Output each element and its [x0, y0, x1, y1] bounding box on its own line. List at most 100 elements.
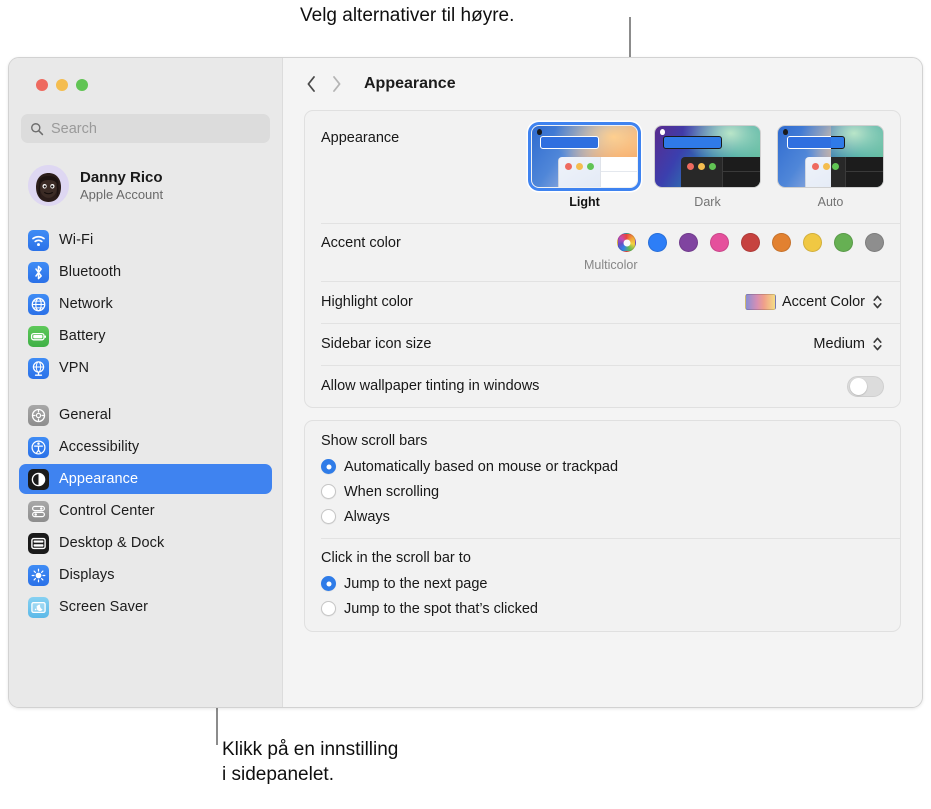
- wallpaper-tinting-row: Allow wallpaper tinting in windows: [305, 365, 900, 407]
- click-scroll-bar-group: Click in the scroll bar to Jump to the n…: [305, 550, 900, 621]
- show-scroll-bars-title: Show scroll bars: [321, 433, 884, 449]
- accent-color-label: Accent color: [321, 235, 401, 251]
- theme-option-dark[interactable]: Dark: [654, 125, 761, 209]
- show-scroll-bars-group: Show scroll bars Automatically based on …: [305, 433, 900, 529]
- screen-saver-icon: [28, 597, 49, 618]
- accent-swatch-red[interactable]: [741, 233, 760, 252]
- page-title: Appearance: [364, 75, 456, 93]
- detail-toolbar: Appearance: [283, 58, 922, 110]
- chevron-updown-icon: [871, 292, 884, 312]
- battery-icon: [28, 326, 49, 347]
- sidebar-item-control-center[interactable]: Control Center: [19, 496, 272, 526]
- accent-swatch-blue[interactable]: [648, 233, 667, 252]
- sidebar-item-desktop-and-dock[interactable]: Desktop & Dock: [19, 528, 272, 558]
- accent-swatch-graphite[interactable]: [865, 233, 884, 252]
- group-divider: [321, 538, 900, 539]
- radio-label: Always: [344, 509, 390, 525]
- bluetooth-icon: [28, 262, 49, 283]
- control-center-icon: [28, 501, 49, 522]
- sidebar-item-battery[interactable]: Battery: [19, 321, 272, 351]
- sidebar-item-appearance[interactable]: Appearance: [19, 464, 272, 494]
- chevron-updown-icon: [871, 334, 884, 354]
- detail-pane: Appearance Appearance: [282, 58, 922, 707]
- radio-label: Automatically based on mouse or trackpad: [344, 459, 618, 475]
- accent-swatch-purple[interactable]: [679, 233, 698, 252]
- theme-option-light[interactable]: Light: [531, 125, 638, 209]
- accent-color-row: Accent color: [305, 223, 900, 281]
- theme-label: Light: [569, 195, 600, 209]
- sidebar-item-displays[interactable]: Displays: [19, 560, 272, 590]
- back-button[interactable]: [306, 75, 317, 93]
- radio-row-next-page[interactable]: Jump to the next page: [321, 571, 884, 596]
- sidebar-item-network[interactable]: Network: [19, 289, 272, 319]
- radio-button[interactable]: [321, 509, 336, 524]
- gear-icon: [28, 405, 49, 426]
- wifi-icon: [28, 230, 49, 251]
- theme-label: Dark: [694, 195, 720, 209]
- theme-label: Auto: [818, 195, 844, 209]
- sidebar-item-label: VPN: [59, 360, 89, 376]
- radio-button[interactable]: [321, 484, 336, 499]
- sidebar-item-apple-account[interactable]: Danny Rico Apple Account: [21, 159, 270, 211]
- sidebar: Search: [9, 58, 282, 707]
- sidebar-item-screen-saver[interactable]: Screen Saver: [19, 592, 272, 622]
- network-globe-icon: [28, 294, 49, 315]
- window-traffic-lights: [19, 58, 272, 91]
- memoji-avatar-icon: [28, 165, 69, 206]
- wallpaper-tinting-toggle[interactable]: [847, 376, 884, 397]
- theme-thumbnail-light: [531, 125, 638, 188]
- sidebar-item-accessibility[interactable]: Accessibility: [19, 432, 272, 462]
- radio-label: Jump to the spot that’s clicked: [344, 601, 538, 617]
- forward-button[interactable]: [331, 75, 342, 93]
- sidebar-item-general[interactable]: General: [19, 400, 272, 430]
- accent-swatch-green[interactable]: [834, 233, 853, 252]
- close-button[interactable]: [36, 79, 48, 91]
- radio-row-when-scrolling[interactable]: When scrolling: [321, 479, 884, 504]
- sidebar-item-label: Bluetooth: [59, 264, 121, 280]
- accessibility-icon: [28, 437, 49, 458]
- radio-button[interactable]: [321, 459, 336, 474]
- highlight-color-value: Accent Color: [782, 294, 865, 310]
- accent-swatch-yellow[interactable]: [803, 233, 822, 252]
- radio-row-spot-clicked[interactable]: Jump to the spot that’s clicked: [321, 596, 884, 621]
- wallpaper-tinting-label: Allow wallpaper tinting in windows: [321, 378, 539, 394]
- sidebar-item-bluetooth[interactable]: Bluetooth: [19, 257, 272, 287]
- appearance-theme-row: Appearance: [305, 111, 900, 223]
- theme-thumbnail-dark: [654, 125, 761, 188]
- chevron-right-icon: [331, 75, 342, 93]
- accent-gradient-chip-icon: [745, 294, 776, 310]
- accent-swatch-pink[interactable]: [710, 233, 729, 252]
- sidebar-item-vpn[interactable]: VPN: [19, 353, 272, 383]
- radio-button[interactable]: [321, 576, 336, 591]
- radio-row-automatic[interactable]: Automatically based on mouse or trackpad: [321, 454, 884, 479]
- radio-label: When scrolling: [344, 484, 439, 500]
- sidebar-icon-size-popup[interactable]: Medium: [813, 334, 884, 354]
- theme-option-auto[interactable]: Auto: [777, 125, 884, 209]
- sidebar-icon-size-row: Sidebar icon size Medium: [305, 323, 900, 365]
- desktop-dock-icon: [28, 533, 49, 554]
- toggle-knob: [850, 378, 867, 395]
- search-input[interactable]: Search: [21, 114, 270, 143]
- theme-thumbnail-auto: [777, 125, 884, 188]
- sidebar-item-label: General: [59, 407, 111, 423]
- account-subtitle: Apple Account: [80, 187, 163, 202]
- callout-bottom-text: Klikk på en innstilling i sidepanelet.: [222, 737, 398, 787]
- accent-color-swatches: [617, 233, 884, 252]
- appearance-settings-card: Appearance: [304, 110, 901, 408]
- sidebar-item-label: Battery: [59, 328, 106, 344]
- minimize-button[interactable]: [56, 79, 68, 91]
- sidebar-group-system: General Accessibility: [19, 400, 272, 622]
- highlight-color-popup[interactable]: Accent Color: [745, 292, 884, 312]
- appearance-icon: [28, 469, 49, 490]
- accent-swatch-orange[interactable]: [772, 233, 791, 252]
- displays-icon: [28, 565, 49, 586]
- sidebar-icon-size-value: Medium: [813, 336, 865, 352]
- vpn-globe-icon: [28, 358, 49, 379]
- radio-row-always[interactable]: Always: [321, 504, 884, 529]
- accent-swatch-multicolor[interactable]: [617, 233, 636, 252]
- sidebar-item-label: Accessibility: [59, 439, 139, 455]
- radio-button[interactable]: [321, 601, 336, 616]
- search-icon: [30, 122, 44, 136]
- zoom-button[interactable]: [76, 79, 88, 91]
- sidebar-item-wi-fi[interactable]: Wi-Fi: [19, 225, 272, 255]
